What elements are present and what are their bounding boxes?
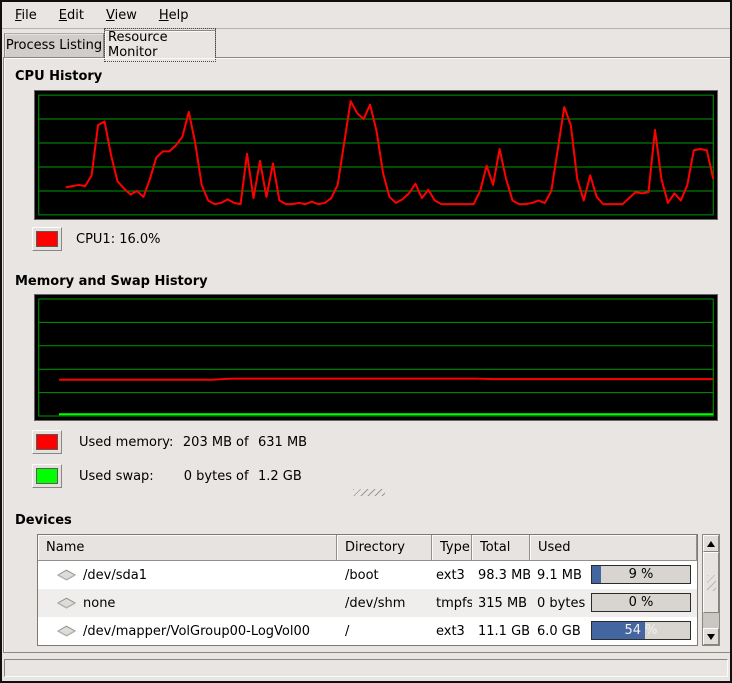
devices-table-header: Name Directory Type Total Used (38, 535, 697, 561)
column-header-total[interactable]: Total (472, 535, 530, 561)
arrow-up-icon (707, 541, 715, 547)
resource-monitor-page: CPU History CPU1: 16.0% Memory and Swap … (3, 57, 731, 653)
cpu-history-title: CPU History (15, 69, 102, 84)
used-memory-of: of (236, 435, 249, 450)
used-swap-color-button[interactable] (32, 464, 62, 488)
scrollbar-grip-icon (707, 575, 716, 591)
menu-edit[interactable]: Edit (48, 4, 95, 27)
memory-history-title: Memory and Swap History (15, 274, 208, 289)
disk-icon (56, 624, 77, 638)
used-swap-of: of (236, 469, 249, 484)
pane-resize-grip[interactable] (353, 489, 385, 496)
device-total: 315 MB (472, 589, 530, 617)
used-swap-value: 0 bytes (152, 469, 232, 484)
device-name: /dev/sda1 (83, 568, 147, 583)
column-header-directory[interactable]: Directory (337, 535, 432, 561)
usage-percent-label: 0 % (592, 594, 690, 611)
status-bar (4, 659, 728, 677)
menu-view[interactable]: View (95, 4, 148, 27)
tab-process-listing-label: Process Listing (6, 38, 102, 53)
usage-percent-label: 54 % (592, 622, 690, 639)
usage-progress-bar: 9 % (591, 565, 691, 584)
used-memory-color-button[interactable] (32, 430, 62, 454)
table-row-dev-sda1[interactable]: /dev/sda1 /boot ext3 98.3 MB 9.1 MB 9 % (38, 561, 697, 589)
column-header-used[interactable]: Used (530, 535, 697, 561)
device-name: none (83, 596, 115, 611)
arrow-down-icon (707, 634, 715, 640)
table-row-volgroup[interactable]: /dev/mapper/VolGroup00-LogVol00 / ext3 1… (38, 617, 697, 645)
used-swap-color-swatch (36, 468, 58, 484)
device-used: 9.1 MB (537, 568, 582, 583)
device-directory: /boot (337, 561, 432, 589)
menu-bar: File Edit View Help (2, 2, 730, 29)
tab-process-listing[interactable]: Process Listing (4, 33, 104, 57)
used-memory-color-swatch (36, 434, 58, 450)
device-name: /dev/mapper/VolGroup00-LogVol00 (83, 624, 310, 639)
devices-title: Devices (15, 513, 72, 528)
memory-history-chart (35, 295, 717, 420)
device-type: ext3 (432, 617, 472, 645)
device-total: 98.3 MB (472, 561, 530, 589)
device-directory: / (337, 617, 432, 645)
disk-icon (56, 596, 77, 610)
column-header-type[interactable]: Type (432, 535, 472, 561)
cpu1-color-button[interactable] (32, 227, 62, 251)
device-type: tmpfs (432, 589, 472, 617)
table-row-none[interactable]: none /dev/shm tmpfs 315 MB 0 bytes 0 % (38, 589, 697, 617)
column-header-name[interactable]: Name (38, 535, 337, 561)
scroll-down-button[interactable] (703, 628, 719, 645)
menu-file[interactable]: File (4, 4, 48, 27)
usage-percent-label: 9 % (592, 566, 690, 583)
devices-scrollbar[interactable] (702, 534, 720, 646)
device-total: 11.1 GB (472, 617, 530, 645)
usage-progress-bar: 54 % (591, 621, 691, 640)
devices-table: Name Directory Type Total Used /dev/sda1… (37, 534, 698, 646)
used-memory-value: 203 MB (152, 435, 232, 450)
cpu1-legend-label: CPU1: 16.0% (76, 232, 161, 247)
disk-icon (56, 568, 77, 582)
device-directory: /dev/shm (337, 589, 432, 617)
device-used: 0 bytes (537, 596, 585, 611)
used-memory-total: 631 MB (258, 435, 307, 450)
menu-help[interactable]: Help (148, 4, 200, 27)
memory-history-graph (34, 294, 718, 421)
system-monitor-window: File Edit View Help Process Listing Reso… (0, 0, 732, 683)
scroll-up-button[interactable] (703, 535, 719, 552)
device-used: 6.0 GB (537, 624, 581, 639)
tab-resource-monitor[interactable]: Resource Monitor (104, 30, 216, 58)
tab-resource-monitor-label: Resource Monitor (105, 29, 215, 61)
used-swap-total: 1.2 GB (258, 469, 302, 484)
cpu-history-graph (34, 90, 718, 220)
scrollbar-thumb[interactable] (703, 552, 719, 613)
used-swap-label: Used swap: (79, 469, 154, 484)
cpu1-color-swatch (36, 231, 58, 247)
device-type: ext3 (432, 561, 472, 589)
cpu-history-chart (35, 91, 717, 219)
usage-progress-bar: 0 % (591, 593, 691, 612)
